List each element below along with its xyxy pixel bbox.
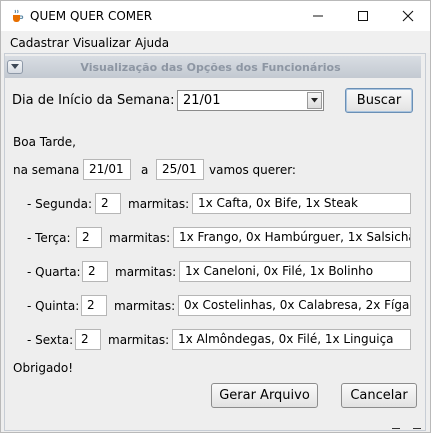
cancel-button[interactable]: Cancelar	[341, 383, 417, 408]
items-field-terca[interactable]: 1x Frango, 0x Hambúrguer, 1x Salsicha	[173, 227, 411, 248]
items-field-quinta[interactable]: 0x Costelinhas, 0x Calabresa, 2x Fígado	[178, 295, 411, 316]
desktop-artifact	[413, 428, 421, 429]
menu-ajuda[interactable]: Ajuda	[135, 36, 169, 50]
day-label-terca: - Terça:	[27, 231, 71, 245]
desktop-artifact	[392, 428, 400, 429]
week-start-label: Dia de Início da Semana:	[12, 93, 175, 108]
search-button[interactable]: Buscar	[345, 88, 413, 113]
chevron-down-icon	[311, 98, 318, 103]
count-field-segunda[interactable]: 2	[95, 193, 121, 214]
panel-title: Visualização das Opções dos Funcionários	[80, 61, 341, 74]
week-start-value: 21/01	[183, 93, 221, 108]
count-field-terca[interactable]: 2	[76, 227, 102, 248]
app-window: QUEM QUER COMER Cadastrar Visualizar Aju…	[0, 0, 431, 433]
count-field-sexta[interactable]: 2	[75, 329, 101, 350]
greeting-text: Boa Tarde,	[13, 135, 76, 149]
day-label-segunda: - Segunda:	[27, 197, 92, 211]
count-field-quinta[interactable]: 2	[81, 295, 107, 316]
menu-cadastrar[interactable]: Cadastrar	[10, 36, 69, 50]
minimize-icon	[313, 15, 323, 17]
range-end-field[interactable]: 25/01	[156, 159, 204, 180]
dropdown-button[interactable]	[307, 92, 322, 109]
maximize-button[interactable]	[341, 1, 385, 31]
day-label-quinta: - Quinta:	[27, 299, 80, 313]
title-bar: QUEM QUER COMER	[1, 1, 430, 31]
unit-label-segunda: marmitas:	[128, 197, 190, 211]
items-field-quarta[interactable]: 1x Caneloni, 0x Filé, 1x Bolinho	[179, 261, 411, 282]
java-cup-icon	[13, 9, 24, 22]
range-prefix: na semana	[13, 163, 80, 177]
close-icon	[402, 10, 414, 22]
range-start-field[interactable]: 21/01	[83, 159, 131, 180]
unit-label-quinta: marmitas:	[114, 299, 176, 313]
close-button[interactable]	[386, 1, 430, 31]
items-field-sexta[interactable]: 1x Almôndegas, 0x Filé, 1x Linguiça	[172, 329, 411, 350]
range-connector: a	[141, 163, 149, 177]
day-label-quarta: - Quarta:	[27, 265, 81, 279]
generate-file-button[interactable]: Gerar Arquivo	[211, 383, 318, 408]
week-start-select[interactable]: 21/01	[177, 90, 324, 111]
unit-label-quarta: marmitas:	[115, 265, 177, 279]
menu-visualizar[interactable]: Visualizar	[73, 36, 131, 50]
window-title: QUEM QUER COMER	[30, 9, 153, 23]
minimize-button[interactable]	[296, 1, 340, 31]
closing-text: Obrigado!	[13, 361, 74, 375]
count-field-quarta[interactable]: 2	[82, 261, 108, 282]
items-field-segunda[interactable]: 1x Cafta, 0x Bife, 1x Steak	[192, 193, 411, 214]
maximize-icon	[358, 11, 368, 21]
day-label-sexta: - Sexta:	[27, 333, 74, 347]
unit-label-sexta: marmitas:	[108, 333, 170, 347]
menu-bar: Cadastrar Visualizar Ajuda	[1, 31, 430, 53]
unit-label-terca: marmitas:	[109, 231, 171, 245]
range-suffix: vamos querer:	[209, 163, 296, 177]
